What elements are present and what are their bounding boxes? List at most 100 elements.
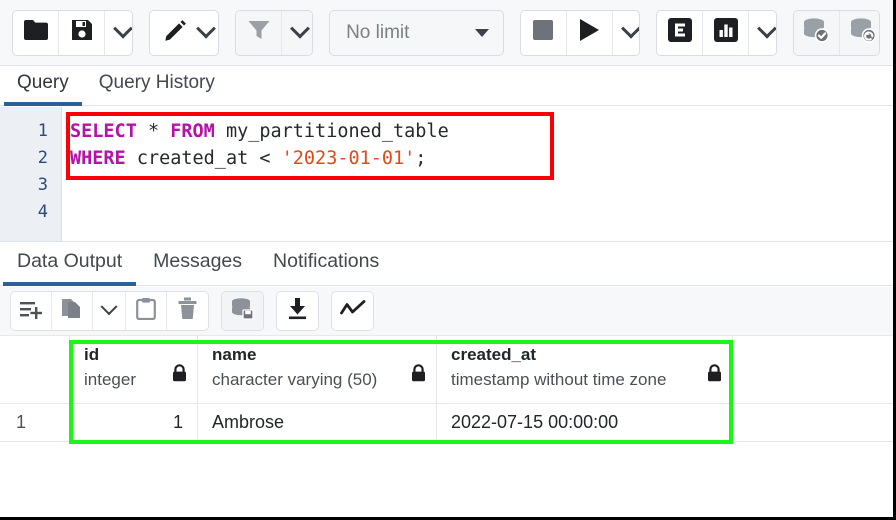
- execute-button-group: [519, 9, 641, 56]
- lock-icon: [707, 364, 722, 387]
- filter-dropdown[interactable]: [282, 10, 313, 55]
- row-limit-value: No limit: [346, 21, 410, 43]
- commit-button[interactable]: [793, 10, 840, 55]
- paste-button[interactable]: [126, 292, 167, 330]
- graph-visualiser-button[interactable]: [332, 292, 373, 330]
- tab-query-history-label: Query History: [98, 72, 215, 93]
- sql-keyword-where: WHERE: [70, 148, 126, 169]
- sql-condition-column: created_at <: [125, 148, 282, 169]
- sql-code-area[interactable]: SELECT * FROM my_partitioned_table WHERE …: [62, 107, 893, 241]
- tab-data-output[interactable]: Data Output: [3, 245, 137, 286]
- caret-down-icon: [474, 28, 489, 37]
- bar-chart-icon: [713, 17, 739, 48]
- save-data-button[interactable]: [222, 292, 263, 330]
- table-row[interactable]: 1 1 Ambrose 2022-07-15 00:00:00: [0, 404, 893, 442]
- line-chart-icon: [339, 299, 366, 324]
- column-header-name[interactable]: name character varying (50): [198, 336, 437, 403]
- explain-e-icon: [667, 17, 693, 48]
- file-button-group: [12, 9, 133, 56]
- chevron-down-icon: [113, 18, 132, 39]
- chevron-down-icon: [620, 18, 640, 39]
- grid-empty-area: [0, 446, 893, 517]
- execute-button[interactable]: [567, 10, 613, 55]
- save-file-button[interactable]: [59, 10, 105, 55]
- tab-notifications-label: Notifications: [273, 250, 380, 272]
- tab-query[interactable]: Query: [4, 68, 82, 106]
- folder-icon: [23, 19, 49, 46]
- line-number: 1: [37, 121, 48, 141]
- open-file-button[interactable]: [13, 10, 59, 55]
- database-save-icon: [230, 297, 255, 325]
- result-toolbar: [0, 287, 893, 336]
- cell-name[interactable]: Ambrose: [198, 404, 437, 441]
- filter-button[interactable]: [236, 10, 283, 55]
- line-number: 3: [37, 175, 48, 195]
- add-row-button[interactable]: [11, 292, 52, 330]
- rollback-button[interactable]: [839, 10, 880, 55]
- chevron-down-icon: [100, 298, 118, 316]
- line-number: 2: [37, 148, 48, 168]
- sql-keyword-select: SELECT: [70, 121, 137, 142]
- database-check-icon: [802, 17, 830, 48]
- query-tab-bar: Query Query History: [0, 66, 893, 106]
- row-limit-select[interactable]: No limit: [329, 9, 504, 56]
- column-type: integer: [84, 370, 136, 389]
- column-type: timestamp without time zone: [451, 370, 667, 389]
- query-tool-window: No limit Query Query History 1 2 3 4 SEL…: [0, 0, 896, 520]
- save-icon: [70, 18, 94, 47]
- stop-square-icon: [532, 19, 554, 46]
- graph-group: [331, 291, 374, 331]
- execute-dropdown[interactable]: [613, 11, 640, 55]
- chevron-down-icon: [195, 18, 216, 39]
- trash-icon: [178, 297, 197, 325]
- download-csv-button[interactable]: [277, 292, 318, 330]
- tab-messages-label: Messages: [153, 250, 243, 272]
- cell-id[interactable]: 1: [70, 404, 198, 441]
- transaction-button-group: [792, 9, 881, 56]
- database-rollback-icon: [849, 17, 877, 48]
- tab-messages[interactable]: Messages: [139, 245, 256, 286]
- column-name: id: [84, 345, 100, 364]
- copy-icon: [61, 297, 83, 325]
- sql-editor[interactable]: 1 2 3 4 SELECT * FROM my_partitioned_tab…: [0, 107, 893, 241]
- copy-button[interactable]: [52, 292, 93, 330]
- tab-query-history[interactable]: Query History: [86, 68, 228, 106]
- analyze-button[interactable]: [703, 10, 750, 55]
- sql-line-2: WHERE created_at < '2023-01-01';: [70, 145, 893, 172]
- stop-button[interactable]: [521, 10, 567, 55]
- delete-button[interactable]: [167, 292, 208, 330]
- copy-dropdown[interactable]: [93, 292, 126, 330]
- row-number-header: [0, 336, 70, 403]
- pencil-icon: [163, 18, 188, 48]
- sql-line-1: SELECT * FROM my_partitioned_table: [70, 118, 893, 145]
- tab-data-output-label: Data Output: [17, 250, 123, 272]
- sql-table-name: my_partitioned_table: [214, 121, 449, 142]
- tab-query-label: Query: [17, 72, 69, 93]
- sql-string-literal: '2023-01-01': [281, 148, 416, 169]
- analysis-dropdown[interactable]: [749, 11, 776, 55]
- column-name: created_at: [451, 345, 537, 364]
- explain-button[interactable]: [657, 10, 704, 55]
- clipboard-icon: [136, 297, 156, 325]
- save-file-dropdown[interactable]: [105, 11, 132, 55]
- download-icon: [287, 297, 308, 325]
- filter-button-group: [235, 9, 314, 56]
- row-edit-group: [10, 291, 209, 331]
- chevron-down-icon: [290, 18, 311, 39]
- lock-icon: [172, 364, 187, 387]
- tab-notifications[interactable]: Notifications: [259, 245, 393, 286]
- column-header-id[interactable]: id integer: [70, 336, 198, 403]
- sql-semicolon: ;: [415, 148, 427, 169]
- funnel-icon: [247, 19, 271, 46]
- edit-button[interactable]: [150, 11, 196, 55]
- row-number-cell: 1: [0, 404, 70, 441]
- column-name: name: [212, 345, 257, 364]
- edit-dropdown[interactable]: [195, 11, 219, 55]
- chevron-down-icon: [757, 18, 776, 39]
- column-type: character varying (50): [212, 370, 378, 389]
- save-data-group: [221, 291, 264, 331]
- cell-created-at[interactable]: 2022-07-15 00:00:00: [437, 404, 733, 441]
- main-toolbar: No limit: [0, 0, 893, 66]
- column-header-created-at[interactable]: created_at timestamp without time zone: [437, 336, 733, 403]
- sql-keyword-from: FROM: [170, 121, 215, 142]
